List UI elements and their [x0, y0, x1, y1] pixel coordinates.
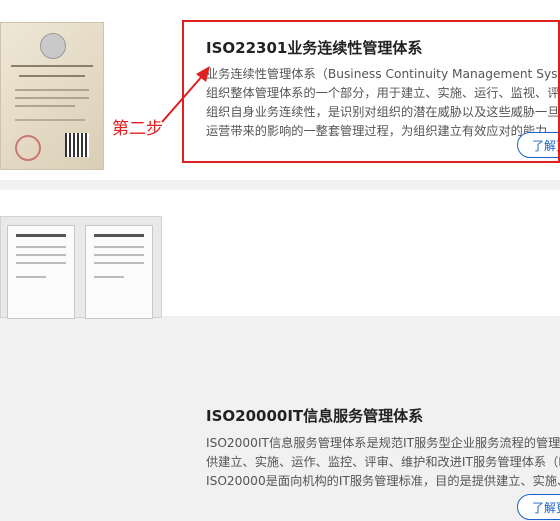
- annotation-arrow-icon: [161, 66, 210, 123]
- annotation-step-label: 第二步: [112, 119, 163, 139]
- card-title[interactable]: ISO20000IT信息服务管理体系: [206, 405, 423, 426]
- learn-more-button[interactable]: 了解更多: [517, 494, 560, 520]
- card-description: ISO2000IT信息服务管理体系是规范IT服务型企业服务流程的管理体系，目的是…: [206, 436, 560, 488]
